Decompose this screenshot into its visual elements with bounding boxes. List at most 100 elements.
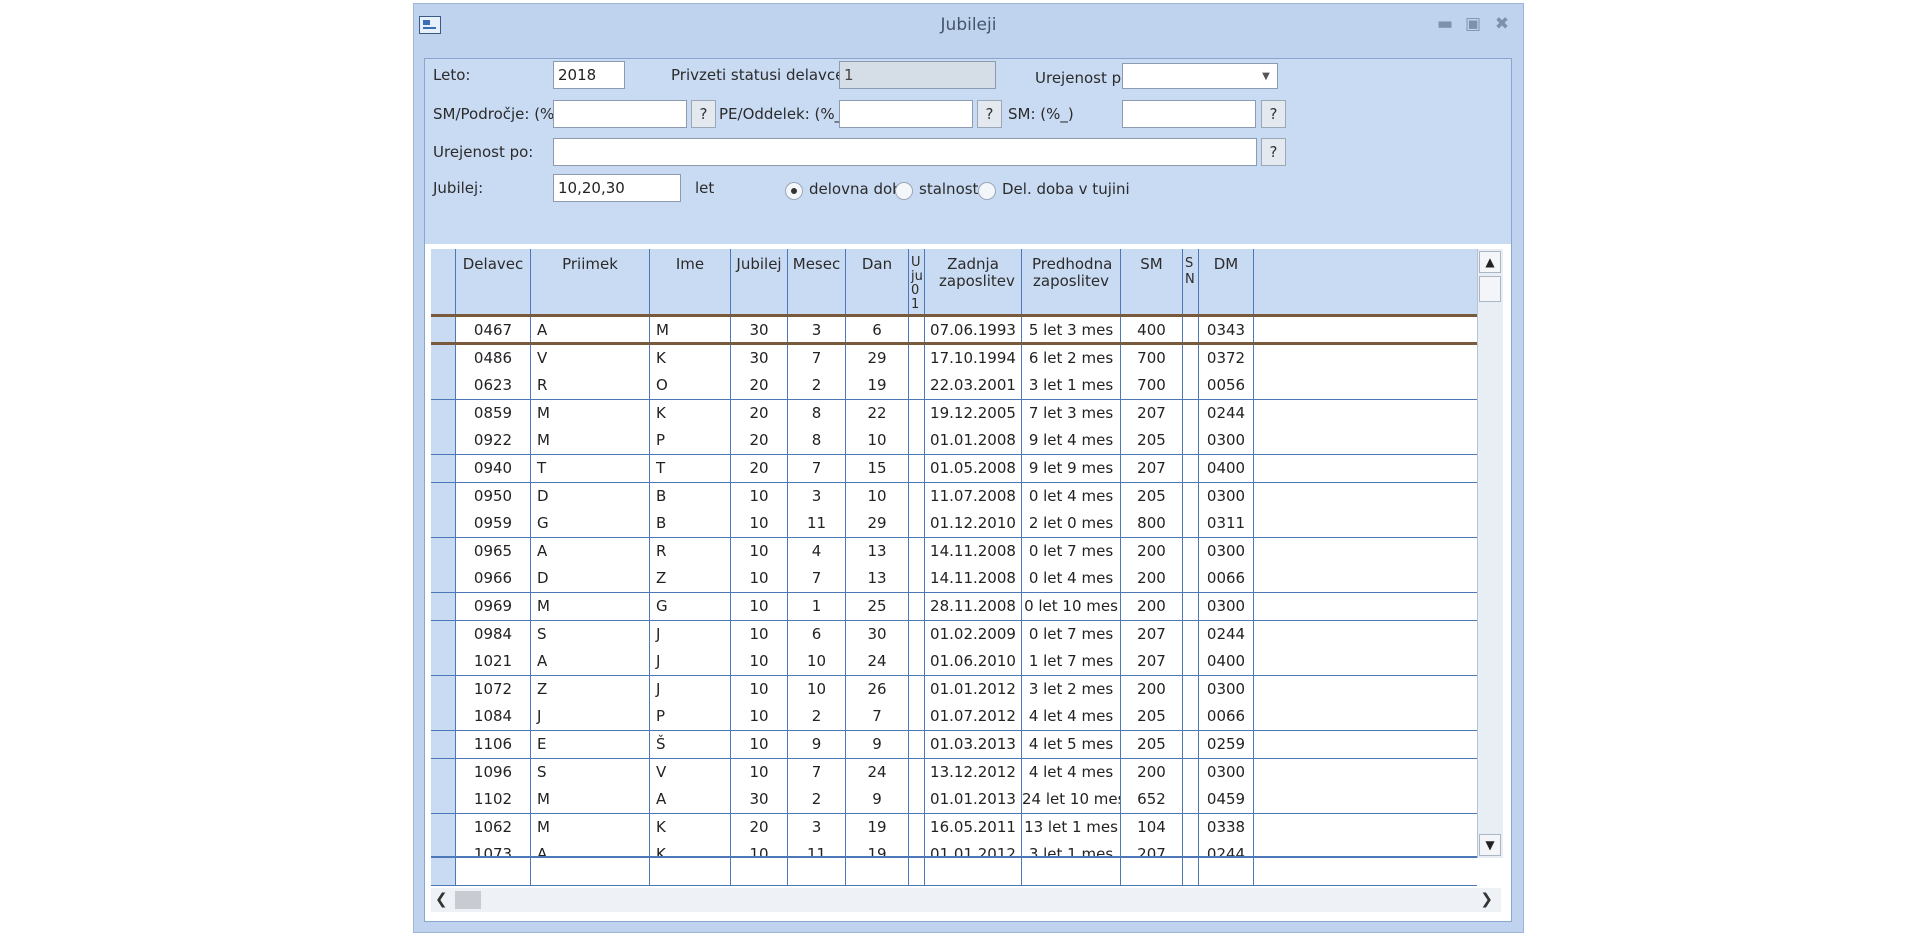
cell-dan[interactable]: 29 [846, 510, 909, 538]
cell-priimek[interactable]: V [531, 344, 650, 372]
table-row[interactable]: 0486 V K 30 7 29 17.10.1994 6 let 2 mes 700 0372 [431, 344, 1477, 373]
cell-sn[interactable] [1183, 675, 1199, 703]
urejenost-lookup-button[interactable]: ? [1261, 138, 1286, 166]
title-bar[interactable]: Jubileji ▬ ▣ ✖ [414, 4, 1523, 46]
cell-zadnja-zaposlitev[interactable]: 01.02.2009 [925, 620, 1022, 648]
header-sn[interactable]: S N [1183, 249, 1199, 314]
cell-sn[interactable] [1183, 482, 1199, 510]
cell-predhodna-zaposlitev[interactable]: 0 let 7 mes [1022, 620, 1121, 648]
header-u-ju[interactable]: U ju 01 [909, 249, 925, 314]
cell-predhodna-zaposlitev[interactable]: 0 let 10 mes [1022, 593, 1121, 620]
cell-sn[interactable] [1183, 648, 1199, 676]
row-selector[interactable] [431, 675, 456, 703]
cell-dm[interactable]: 0400 [1199, 455, 1254, 482]
cell-zadnja-zaposlitev[interactable]: 01.07.2012 [925, 703, 1022, 731]
row-selector[interactable] [431, 399, 456, 427]
cell-sn[interactable] [1183, 455, 1199, 482]
row-selector[interactable] [431, 648, 456, 676]
cell-ime[interactable]: K [650, 813, 731, 841]
cell-sn[interactable] [1183, 399, 1199, 427]
maximize-icon[interactable]: ▣ [1462, 14, 1484, 34]
cell-sm[interactable]: 700 [1121, 344, 1183, 372]
cell-u-ju[interactable] [909, 510, 925, 538]
cell-priimek[interactable]: M [531, 813, 650, 841]
scroll-down-icon[interactable]: ▼ [1479, 834, 1501, 856]
scroll-right-icon[interactable]: ❯ [1480, 890, 1493, 908]
cell-predhodna-zaposlitev[interactable]: 9 let 4 mes [1022, 427, 1121, 455]
cell-predhodna-zaposlitev[interactable]: 4 let 4 mes [1022, 758, 1121, 786]
horizontal-scrollbar[interactable]: ❮ ❯ [431, 888, 1501, 912]
cell-delavec[interactable]: 1106 [456, 731, 531, 758]
cell-zadnja-zaposlitev[interactable]: 19.12.2005 [925, 399, 1022, 427]
cell-zadnja-zaposlitev[interactable]: 16.05.2011 [925, 813, 1022, 841]
cell-mesec[interactable]: 6 [788, 620, 846, 648]
cell-ime[interactable]: P [650, 427, 731, 455]
cell-priimek[interactable]: S [531, 620, 650, 648]
cell-mesec[interactable]: 9 [788, 731, 846, 758]
table-row[interactable]: 1106 E Š 10 9 9 01.03.2013 4 let 5 mes 205 0259 [431, 731, 1477, 759]
table-row[interactable]: 0950 D B 10 3 10 11.07.2008 0 let 4 mes 205 0300 [431, 482, 1477, 511]
cell-dan[interactable]: 26 [846, 675, 909, 703]
cell-u-ju[interactable] [909, 620, 925, 648]
cell-priimek[interactable]: M [531, 427, 650, 455]
cell-priimek[interactable]: M [531, 593, 650, 620]
cell-sm[interactable]: 205 [1121, 731, 1183, 758]
cell-predhodna-zaposlitev[interactable]: 0 let 4 mes [1022, 482, 1121, 510]
cell-sm[interactable]: 207 [1121, 455, 1183, 482]
cell-u-ju[interactable] [909, 675, 925, 703]
cell-mesec[interactable]: 8 [788, 399, 846, 427]
cell-ime[interactable]: P [650, 703, 731, 731]
cell-dan[interactable]: 25 [846, 593, 909, 620]
header-priimek[interactable]: Priimek [531, 249, 650, 314]
cell-delavec[interactable]: 0859 [456, 399, 531, 427]
cell-zadnja-zaposlitev[interactable]: 17.10.1994 [925, 344, 1022, 372]
cell-u-ju[interactable] [909, 648, 925, 676]
cell-delavec[interactable]: 0486 [456, 344, 531, 372]
cell-jubilej[interactable]: 10 [731, 537, 788, 565]
cell-mesec[interactable]: 3 [788, 482, 846, 510]
cell-jubilej[interactable]: 10 [731, 648, 788, 676]
cell-sm[interactable]: 205 [1121, 703, 1183, 731]
cell-delavec[interactable]: 1084 [456, 703, 531, 731]
table-row[interactable]: 0965 A R 10 4 13 14.11.2008 0 let 7 mes 200 0300 [431, 537, 1477, 566]
cell-sn[interactable] [1183, 565, 1199, 593]
sm-lookup-button[interactable]: ? [1261, 100, 1286, 128]
cell-zadnja-zaposlitev[interactable]: 01.03.2013 [925, 731, 1022, 758]
cell-jubilej[interactable]: 30 [731, 317, 788, 342]
scroll-left-icon[interactable]: ❮ [435, 890, 448, 908]
cell-u-ju[interactable] [909, 482, 925, 510]
jubilej-input[interactable] [553, 174, 681, 202]
cell-u-ju[interactable] [909, 565, 925, 593]
minimize-icon[interactable]: ▬ [1434, 14, 1456, 34]
table-row[interactable]: 1072 Z J 10 10 26 01.01.2012 3 let 2 mes 200 0300 [431, 675, 1477, 704]
cell-dan[interactable]: 22 [846, 399, 909, 427]
cell-jubilej[interactable]: 30 [731, 344, 788, 372]
cell-predhodna-zaposlitev[interactable]: 2 let 0 mes [1022, 510, 1121, 538]
cell-u-ju[interactable] [909, 455, 925, 482]
cell-dan[interactable]: 29 [846, 344, 909, 372]
cell-u-ju[interactable] [909, 372, 925, 400]
cell-mesec[interactable]: 2 [788, 786, 846, 814]
cell-ime[interactable]: A [650, 786, 731, 814]
row-selector[interactable] [431, 372, 456, 400]
cell-dm[interactable]: 0400 [1199, 648, 1254, 676]
cell-delavec[interactable]: 1062 [456, 813, 531, 841]
cell-jubilej[interactable]: 10 [731, 758, 788, 786]
table-row[interactable]: 0969 M G 10 1 25 28.11.2008 0 let 10 mes 200 0300 [431, 593, 1477, 621]
cell-predhodna-zaposlitev[interactable]: 4 let 5 mes [1022, 731, 1121, 758]
cell-priimek[interactable]: Z [531, 675, 650, 703]
cell-sn[interactable] [1183, 731, 1199, 758]
cell-mesec[interactable]: 7 [788, 455, 846, 482]
cell-dm[interactable]: 0300 [1199, 482, 1254, 510]
cell-mesec[interactable]: 7 [788, 758, 846, 786]
sm-podrocje-input[interactable] [553, 100, 687, 128]
cell-delavec[interactable]: 1072 [456, 675, 531, 703]
cell-sm[interactable]: 205 [1121, 482, 1183, 510]
cell-jubilej[interactable]: 20 [731, 372, 788, 400]
cell-dm[interactable]: 0300 [1199, 593, 1254, 620]
cell-sn[interactable] [1183, 593, 1199, 620]
cell-dan[interactable]: 19 [846, 372, 909, 400]
table-row[interactable]: 0922 M P 20 8 10 01.01.2008 9 let 4 mes 205 0300 [431, 427, 1477, 456]
cell-ime[interactable]: J [650, 648, 731, 676]
cell-zadnja-zaposlitev[interactable]: 22.03.2001 [925, 372, 1022, 400]
